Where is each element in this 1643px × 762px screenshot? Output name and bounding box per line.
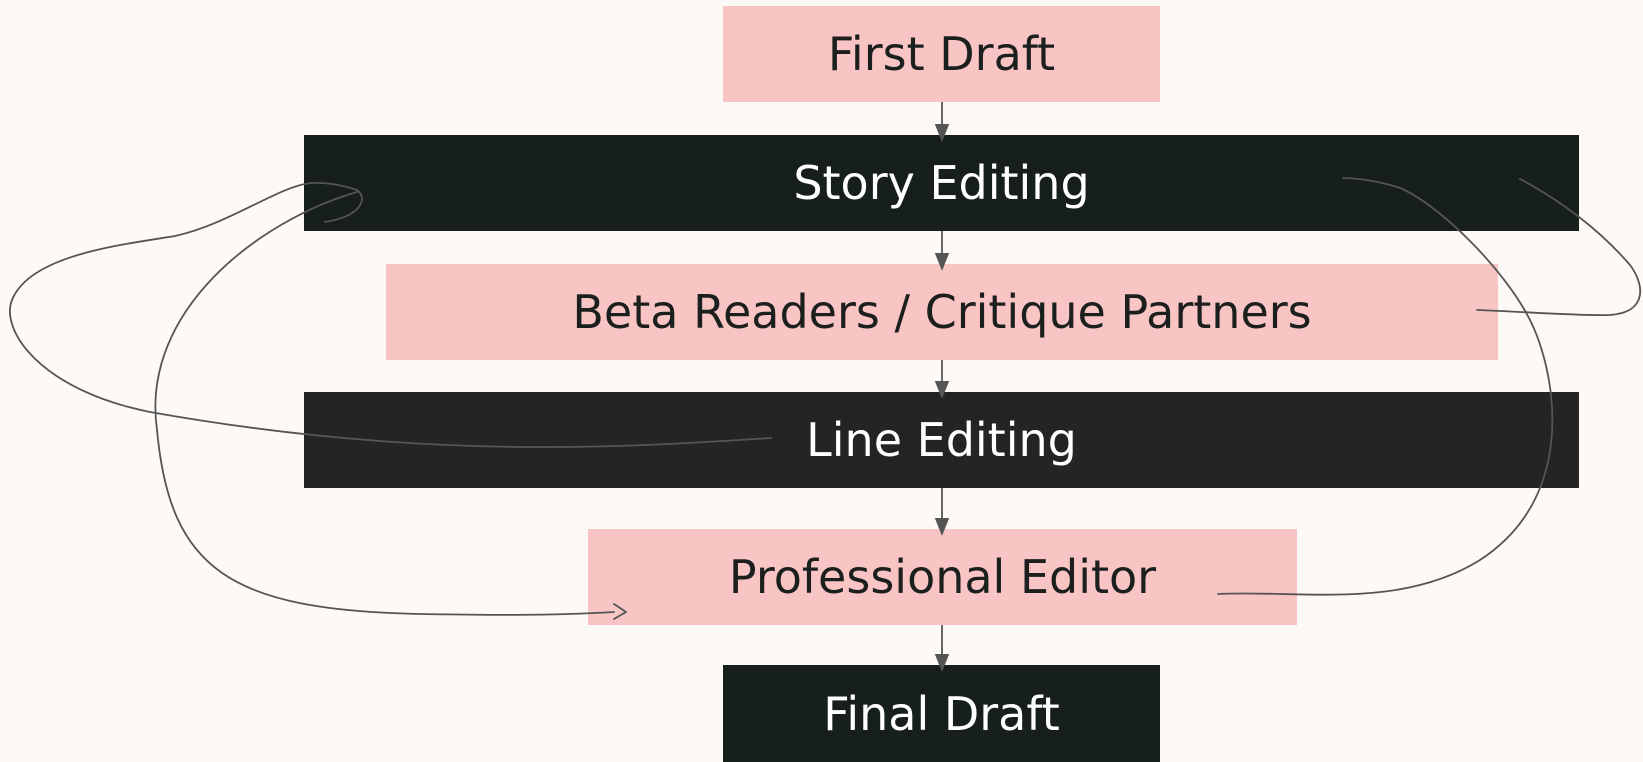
connector-layer — [934, 102, 950, 672]
node-label: Beta Readers / Critique Partners — [572, 285, 1312, 339]
sketch-annotation-layer — [9, 177, 1641, 620]
node-first-draft[interactable]: First Draft — [723, 6, 1160, 102]
node-label: First Draft — [827, 27, 1056, 81]
node-beta-readers[interactable]: Beta Readers / Critique Partners — [386, 264, 1498, 360]
flowchart-canvas: First Draft Story Editing Beta Readers /… — [0, 0, 1643, 762]
node-label: Story Editing — [793, 156, 1090, 210]
node-label: Professional Editor — [728, 550, 1157, 604]
node-professional-editor[interactable]: Professional Editor — [588, 529, 1297, 625]
node-final-draft[interactable]: Final Draft — [723, 665, 1160, 762]
node-label: Line Editing — [806, 413, 1077, 467]
node-line-editing[interactable]: Line Editing — [304, 392, 1579, 488]
node-story-editing[interactable]: Story Editing — [304, 135, 1579, 231]
node-label: Final Draft — [823, 686, 1060, 741]
